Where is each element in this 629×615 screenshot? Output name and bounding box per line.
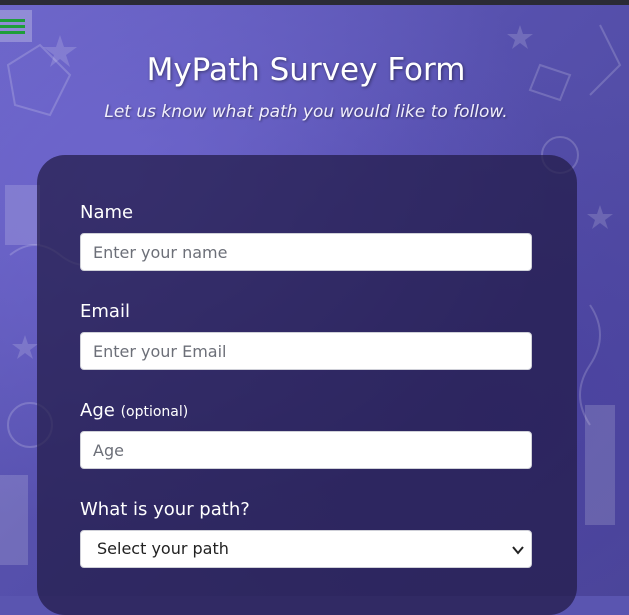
- email-input[interactable]: [80, 332, 532, 370]
- age-input[interactable]: [80, 431, 532, 469]
- path-select[interactable]: Select your path: [80, 530, 532, 568]
- path-label: What is your path?: [80, 499, 250, 520]
- hamburger-menu-icon-bar: [0, 31, 25, 34]
- age-label: Age (optional): [80, 400, 188, 421]
- page-subtitle: Let us know what path you would like to …: [104, 102, 508, 122]
- hamburger-menu-button[interactable]: [0, 10, 32, 42]
- age-label-text: Age: [80, 400, 115, 421]
- name-label: Name: [80, 202, 134, 223]
- chevron-down-icon: [512, 546, 524, 555]
- age-optional-note: (optional): [120, 404, 189, 420]
- page-title: MyPath Survey Form: [146, 52, 466, 88]
- name-input[interactable]: [80, 233, 532, 271]
- email-label: Email: [80, 301, 130, 322]
- path-select-value: Select your path: [97, 539, 229, 558]
- hamburger-menu-icon: [0, 19, 25, 22]
- hamburger-menu-icon-bar: [0, 25, 25, 28]
